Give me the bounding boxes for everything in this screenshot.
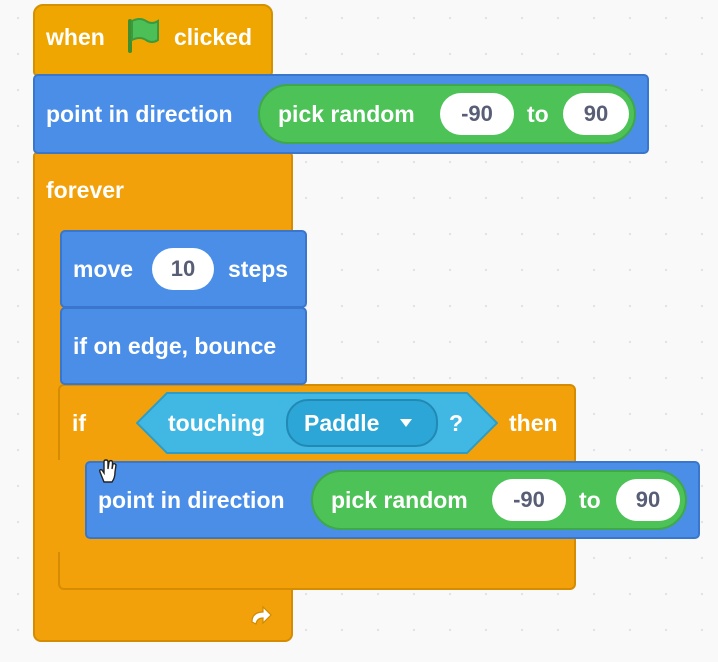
point-label-2: point in direction xyxy=(98,487,285,513)
bounce-label: if on edge, bounce xyxy=(73,333,277,359)
to-label-1: to xyxy=(527,101,549,127)
touching-label: touching xyxy=(168,410,266,436)
green-flag-icon xyxy=(128,18,159,53)
pick-random-label-2: pick random xyxy=(331,487,468,513)
if-inner-left-strip xyxy=(58,460,88,552)
loop-arrow-icon xyxy=(251,605,272,625)
forever-label: forever xyxy=(46,177,124,203)
random-to-input-2[interactable]: 90 xyxy=(616,479,680,521)
to-label-2: to xyxy=(579,487,601,513)
question-mark: ? xyxy=(449,410,464,436)
point-label-1: point in direction xyxy=(46,101,233,127)
when-label: when xyxy=(46,24,105,50)
steps-input[interactable]: 10 xyxy=(152,248,214,290)
hand-cursor-icon xyxy=(99,459,117,483)
if-label: if xyxy=(72,410,87,436)
clicked-label: clicked xyxy=(174,24,252,50)
then-label: then xyxy=(509,410,558,436)
target-label: Paddle xyxy=(304,410,380,436)
steps-label: steps xyxy=(228,256,289,282)
random-from-input-2[interactable]: -90 xyxy=(492,479,566,521)
random-to-input-1[interactable]: 90 xyxy=(563,93,629,135)
dropdown-arrow-icon xyxy=(400,419,412,427)
pick-random-label-1: pick random xyxy=(278,101,415,127)
random-from-input-1[interactable]: -90 xyxy=(440,93,514,135)
move-label: move xyxy=(73,256,134,282)
